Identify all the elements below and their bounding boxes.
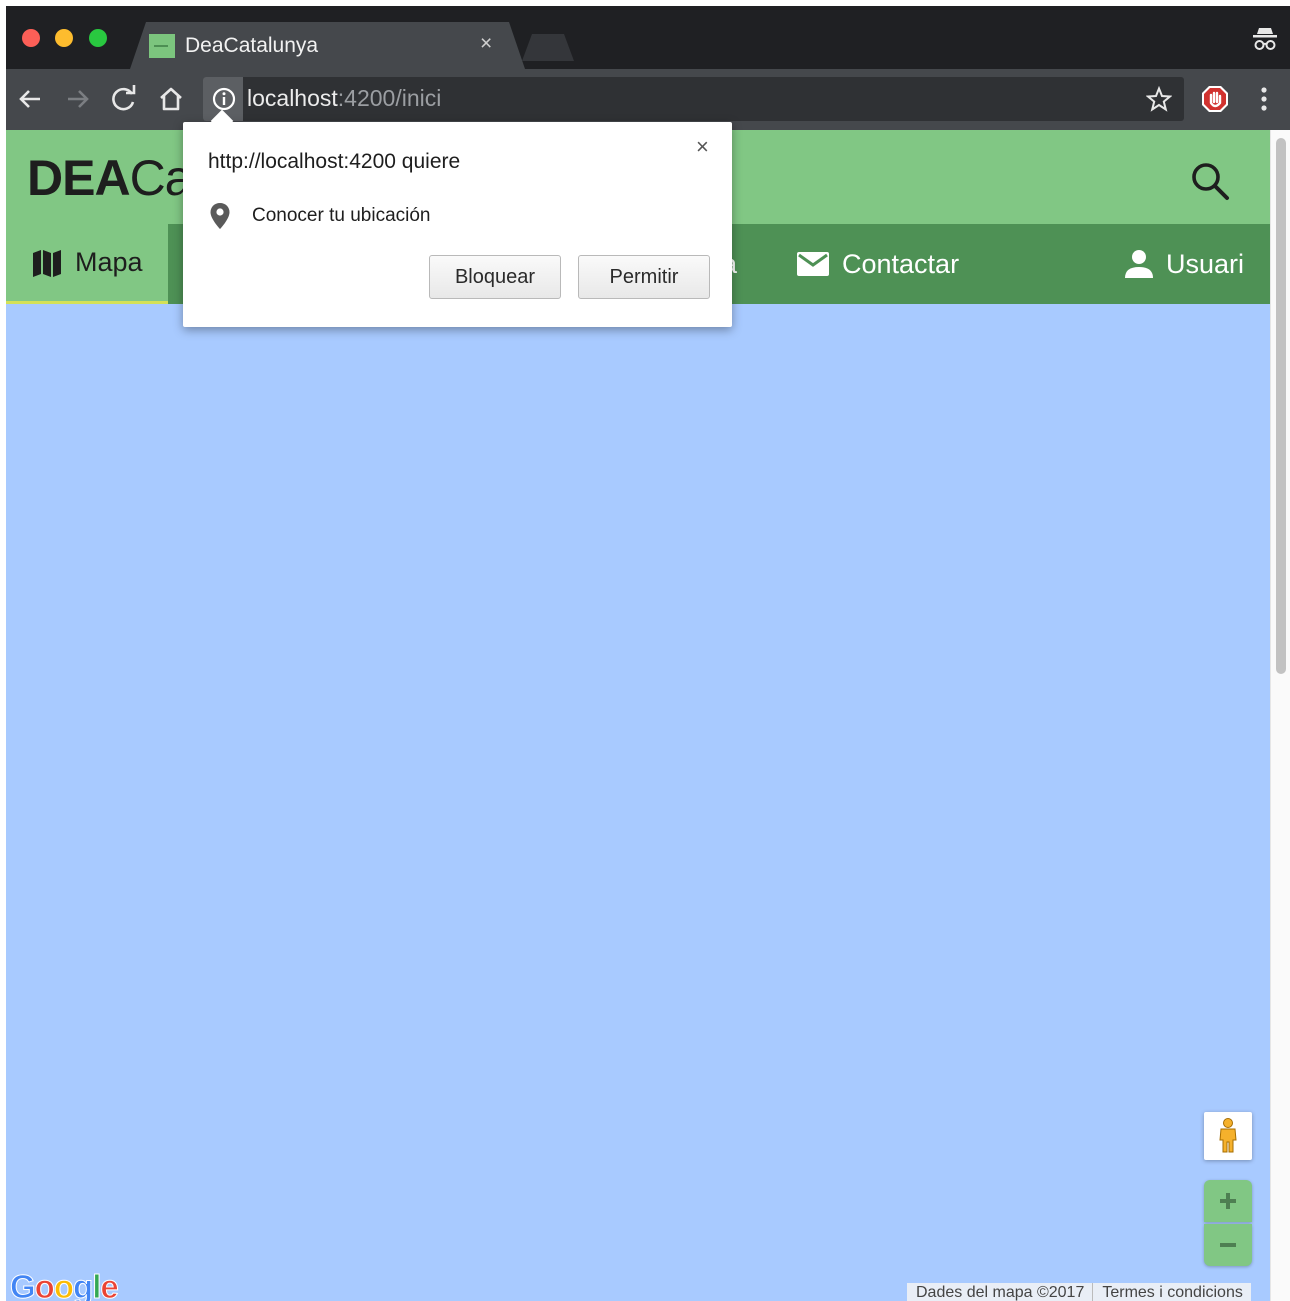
street-view-pegman-button[interactable]	[1204, 1112, 1252, 1160]
zoom-in-button[interactable]	[1204, 1180, 1252, 1222]
map-canvas[interactable]	[6, 304, 1270, 1301]
tab-favicon-icon	[149, 34, 175, 58]
pegman-icon	[1219, 1118, 1237, 1153]
nav-label-contactar: Contactar	[842, 248, 960, 279]
info-icon	[212, 87, 236, 111]
map-data-credit: Dades del mapa ©2017	[916, 1284, 1085, 1301]
nav-label-usuari: Usuari	[1166, 248, 1245, 279]
location-permission-dialog: http://localhost:4200 quiere × Conocer t…	[183, 109, 732, 327]
close-window-button[interactable]	[22, 29, 40, 47]
permission-request-text: Conocer tu ubicación	[252, 205, 431, 226]
google-letter: e	[100, 1268, 119, 1301]
minimize-window-button[interactable]	[55, 29, 73, 47]
page-scrollbar[interactable]	[1270, 130, 1290, 1301]
nav-label-mapa: Mapa	[75, 247, 143, 277]
dialog-title: http://localhost:4200 quiere	[208, 150, 461, 173]
nav-item-mapa[interactable]: Mapa	[6, 224, 168, 304]
google-letter: o	[34, 1268, 55, 1301]
google-letter: o	[53, 1268, 74, 1301]
map-attribution: Dades del mapa ©2017 Termes i condicions	[907, 1283, 1251, 1301]
google-letter: G	[10, 1268, 37, 1301]
google-letter: g	[73, 1268, 94, 1301]
home-icon[interactable]	[155, 83, 187, 115]
user-icon	[1125, 250, 1153, 278]
bookmark-star-icon[interactable]	[1146, 86, 1172, 112]
plus-icon	[1220, 1193, 1236, 1209]
address-bar[interactable]: localhost:4200/inici	[203, 77, 1184, 121]
reload-icon[interactable]	[108, 83, 140, 115]
allow-button[interactable]: Permitir	[578, 255, 710, 299]
url-text: localhost:4200/inici	[247, 85, 441, 112]
maximize-window-button[interactable]	[89, 29, 107, 47]
block-button[interactable]: Bloquear	[429, 255, 561, 299]
more-menu-icon[interactable]	[1248, 83, 1280, 115]
url-host: localhost	[247, 85, 338, 111]
browser-titlebar: DeaCatalunya ×	[6, 6, 1290, 69]
logo-bold: DEA	[27, 150, 131, 206]
nav-item-contactar[interactable]: Contactar	[796, 224, 959, 304]
zoom-out-button[interactable]	[1204, 1224, 1252, 1266]
dialog-close-icon[interactable]: ×	[696, 134, 709, 160]
map-icon	[33, 249, 61, 277]
location-pin-icon	[210, 203, 230, 229]
back-arrow-icon[interactable]	[14, 83, 46, 115]
url-path: :4200/inici	[337, 85, 442, 111]
tab-title: DeaCatalunya	[185, 34, 319, 57]
envelope-icon	[797, 252, 829, 276]
browser-window: DeaCatalunya × localhost:4200/inici DEAC…	[6, 6, 1290, 1301]
nav-item-usuari[interactable]: Usuari	[1124, 224, 1244, 304]
forward-arrow-icon[interactable]	[62, 83, 94, 115]
adblock-extension-icon[interactable]	[1199, 83, 1231, 115]
new-tab-button[interactable]	[522, 34, 574, 61]
browser-toolbar: localhost:4200/inici	[6, 69, 1290, 130]
terms-link[interactable]: Termes i condicions	[1092, 1283, 1251, 1301]
scrollbar-thumb[interactable]	[1276, 138, 1286, 674]
search-icon[interactable]	[1189, 160, 1231, 202]
site-logo[interactable]: DEACa	[27, 148, 192, 208]
tab-close-icon[interactable]: ×	[480, 32, 492, 56]
incognito-icon	[1253, 28, 1277, 50]
google-logo[interactable]: Google	[10, 1268, 120, 1301]
minus-icon	[1220, 1243, 1236, 1247]
